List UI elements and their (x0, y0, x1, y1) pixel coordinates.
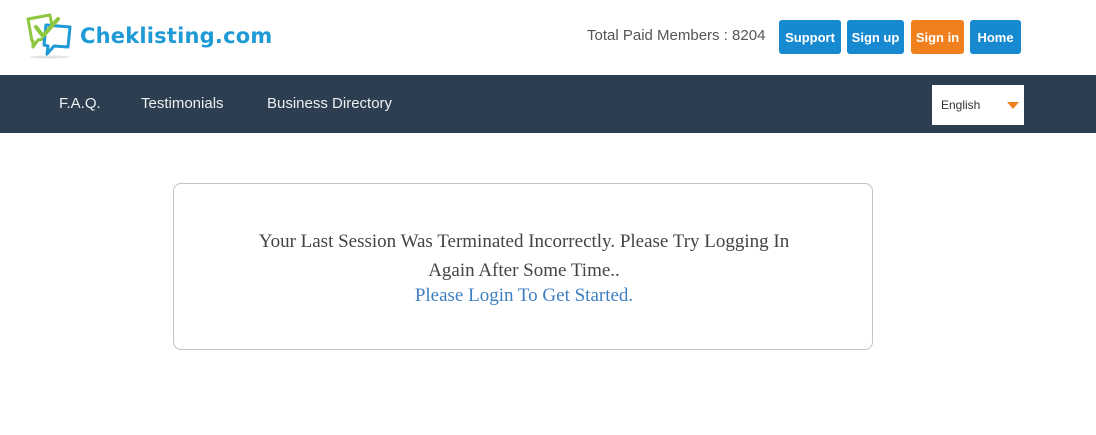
chat-bubbles-checkmark-icon (24, 13, 76, 59)
nav-item-faq[interactable]: F.A.Q. (59, 95, 101, 112)
site-header: Cheklisting.com Total Paid Members : 820… (0, 0, 1096, 75)
paid-members-count: Total Paid Members : 8204 (587, 27, 766, 44)
signup-button[interactable]: Sign up (847, 20, 904, 54)
login-link[interactable]: Please Login To Get Started. (174, 285, 874, 307)
signin-button[interactable]: Sign in (911, 20, 964, 54)
home-button[interactable]: Home (970, 20, 1021, 54)
main-navbar: F.A.Q. Testimonials Business Directory E… (0, 75, 1096, 133)
logo-text: Cheklisting.com (80, 24, 273, 48)
language-selected-value: English (941, 98, 981, 112)
session-message-panel: Your Last Session Was Terminated Incorre… (173, 183, 873, 350)
nav-item-business-directory[interactable]: Business Directory (267, 95, 392, 112)
support-button[interactable]: Support (779, 20, 841, 54)
nav-item-testimonials[interactable]: Testimonials (141, 95, 224, 112)
session-terminated-message: Your Last Session Was Terminated Incorre… (258, 231, 790, 281)
caret-down-icon (1007, 102, 1019, 109)
language-select[interactable]: English (932, 85, 1024, 125)
site-logo[interactable]: Cheklisting.com (24, 12, 272, 60)
